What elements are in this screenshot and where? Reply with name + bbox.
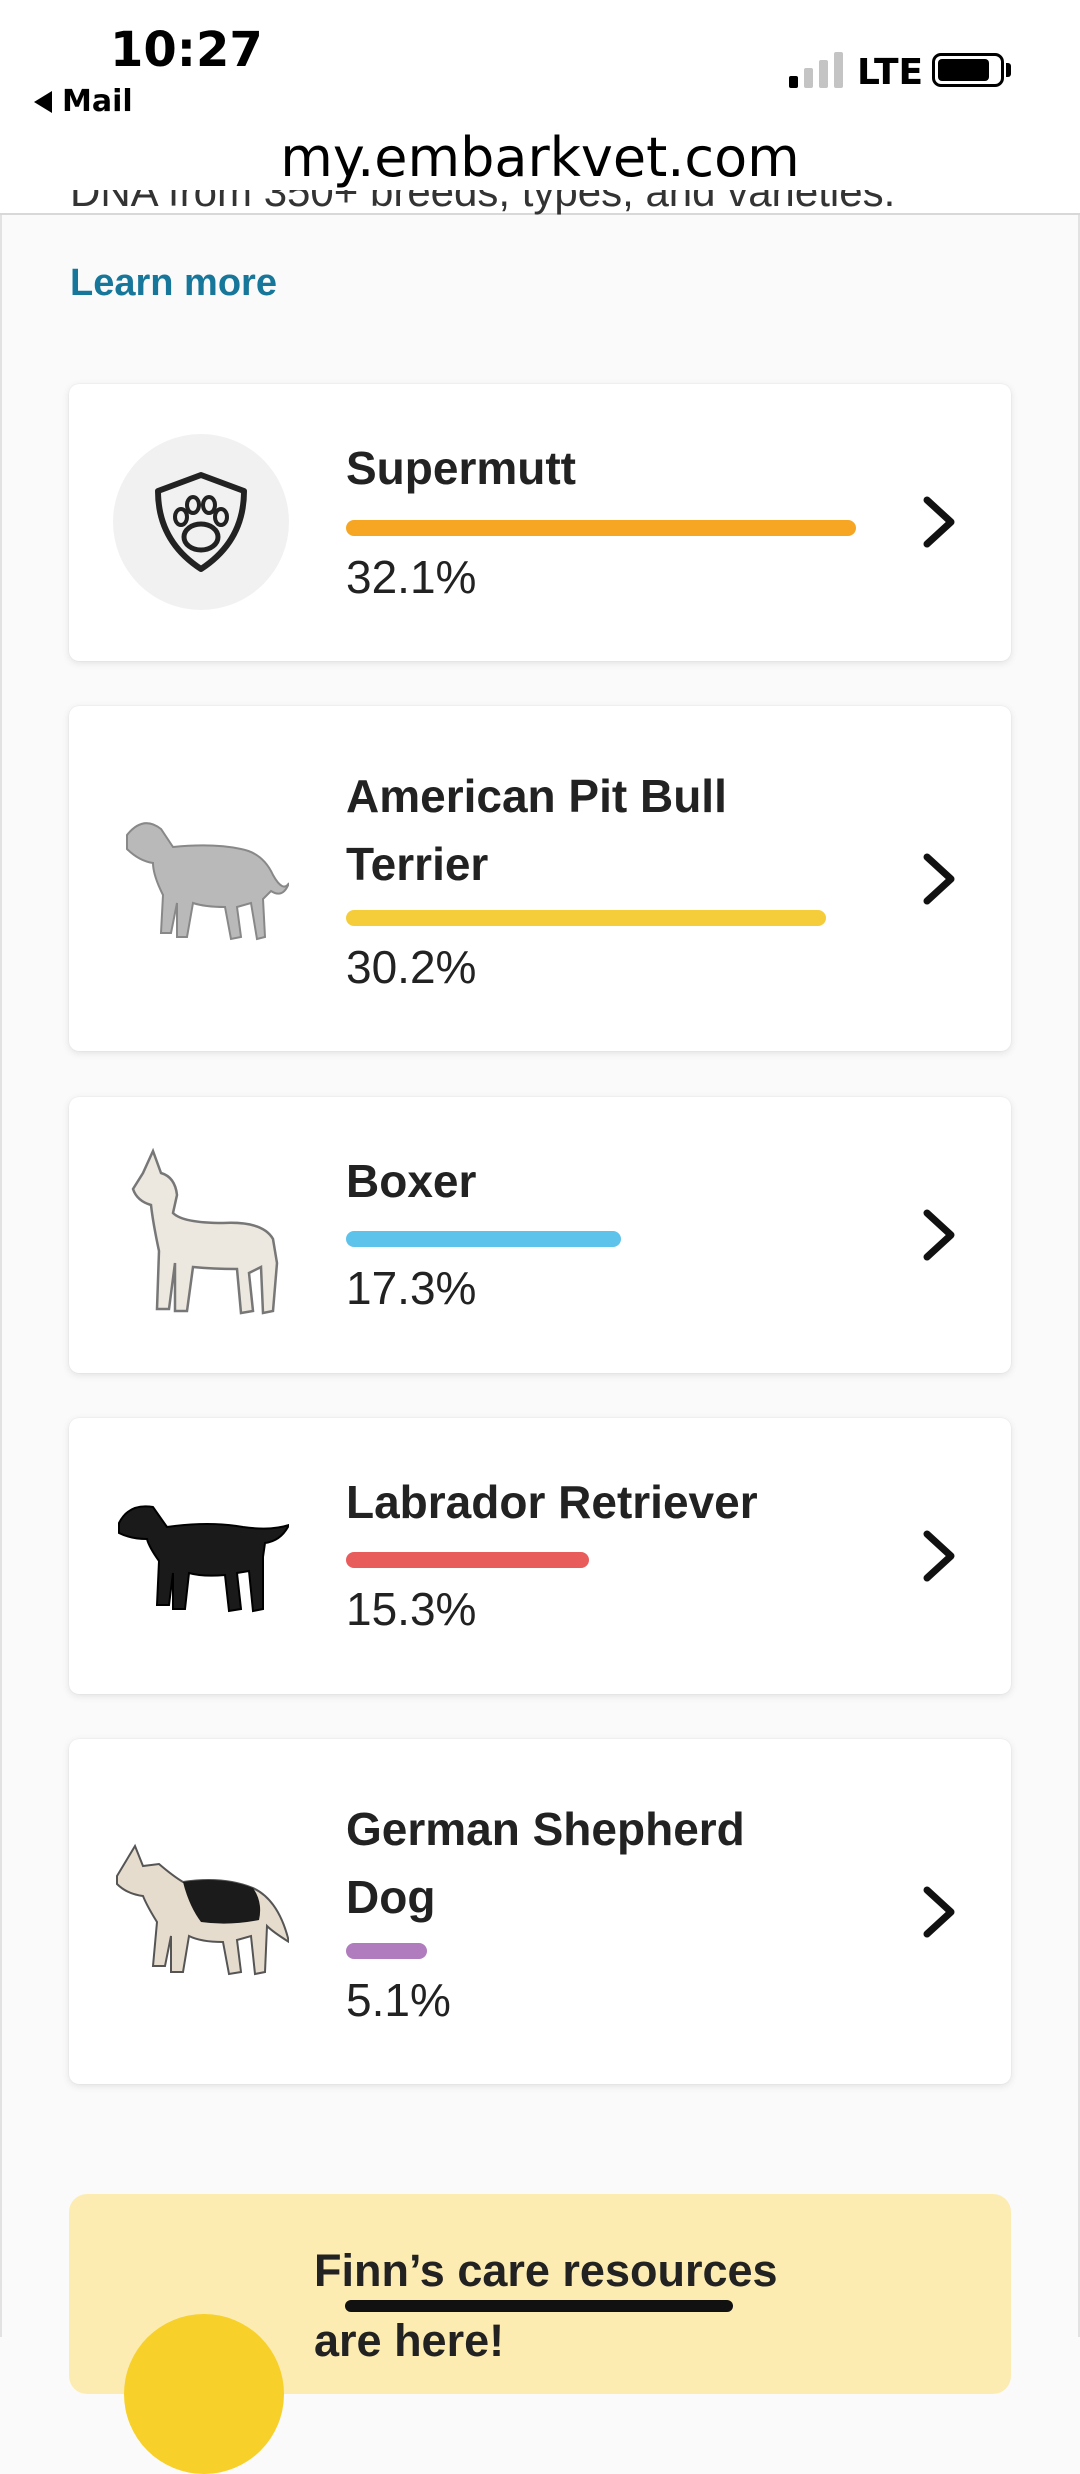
- status-time: 10:27: [110, 22, 263, 78]
- chevron-right-icon: [923, 853, 955, 905]
- breed-percent: 15.3%: [346, 1583, 477, 1635]
- pit-bull-dog-icon: [113, 790, 289, 966]
- chevron-right-icon: [923, 496, 955, 548]
- breed-card-german-shepherd-dog[interactable]: German Shepherd Dog 5.1%: [69, 1739, 1011, 2084]
- cellular-signal-icon: [789, 52, 843, 88]
- breed-name: Labrador Retriever: [346, 1476, 758, 1528]
- paw-shield-icon: [113, 434, 289, 610]
- breed-card-american-pit-bull-terrier[interactable]: American Pit Bull Terrier 30.2%: [69, 706, 1011, 1051]
- boxer-dog-icon: [113, 1143, 289, 1319]
- breed-percent-bar: [346, 1552, 589, 1568]
- breed-card-supermutt[interactable]: Supermutt 32.1%: [69, 384, 1011, 661]
- breed-name: Boxer: [346, 1155, 477, 1207]
- german-shepherd-dog-icon: [113, 1823, 289, 1999]
- back-app-label: Mail: [62, 84, 133, 119]
- back-triangle-icon: [34, 90, 52, 113]
- breed-percent-bar: [346, 910, 826, 926]
- breed-name: Supermutt: [346, 442, 576, 494]
- url-bar[interactable]: my.embarkvet.com: [0, 126, 1080, 189]
- learn-more-link[interactable]: Learn more: [70, 262, 277, 305]
- chevron-right-icon: [923, 1530, 955, 1582]
- chevron-right-icon: [923, 1209, 955, 1261]
- breed-name: American Pit Bull Terrier: [346, 770, 727, 890]
- home-indicator[interactable]: [345, 2300, 733, 2312]
- battery-tip: [1006, 63, 1011, 77]
- care-resources-banner[interactable]: Finn’s care resources are here!: [69, 2194, 1011, 2474]
- chevron-right-icon: [923, 1886, 955, 1938]
- breed-percent: 30.2%: [346, 941, 477, 993]
- status-bar: 10:27 Mail LTE my.embarkvet.com: [0, 0, 1080, 215]
- breed-percent: 32.1%: [346, 551, 477, 603]
- breed-card-labrador-retriever[interactable]: Labrador Retriever 15.3%: [69, 1418, 1011, 1694]
- breed-percent: 17.3%: [346, 1262, 477, 1314]
- back-to-mail-button[interactable]: Mail: [34, 84, 133, 119]
- breed-percent-bar: [346, 520, 856, 536]
- breed-percent-bar: [346, 1231, 621, 1247]
- battery-icon: [932, 53, 1004, 87]
- intro-text-cropped: DNA from 350+ breeds, types, and varieti…: [70, 190, 896, 215]
- breed-percent: 5.1%: [346, 1974, 451, 2026]
- care-illustration: [124, 2314, 284, 2474]
- breed-percent-bar: [346, 1943, 427, 1959]
- breed-card-boxer[interactable]: Boxer 17.3%: [69, 1097, 1011, 1373]
- labrador-dog-icon: [113, 1468, 289, 1644]
- breed-name: German Shepherd Dog: [346, 1803, 745, 1923]
- network-type: LTE: [857, 52, 924, 93]
